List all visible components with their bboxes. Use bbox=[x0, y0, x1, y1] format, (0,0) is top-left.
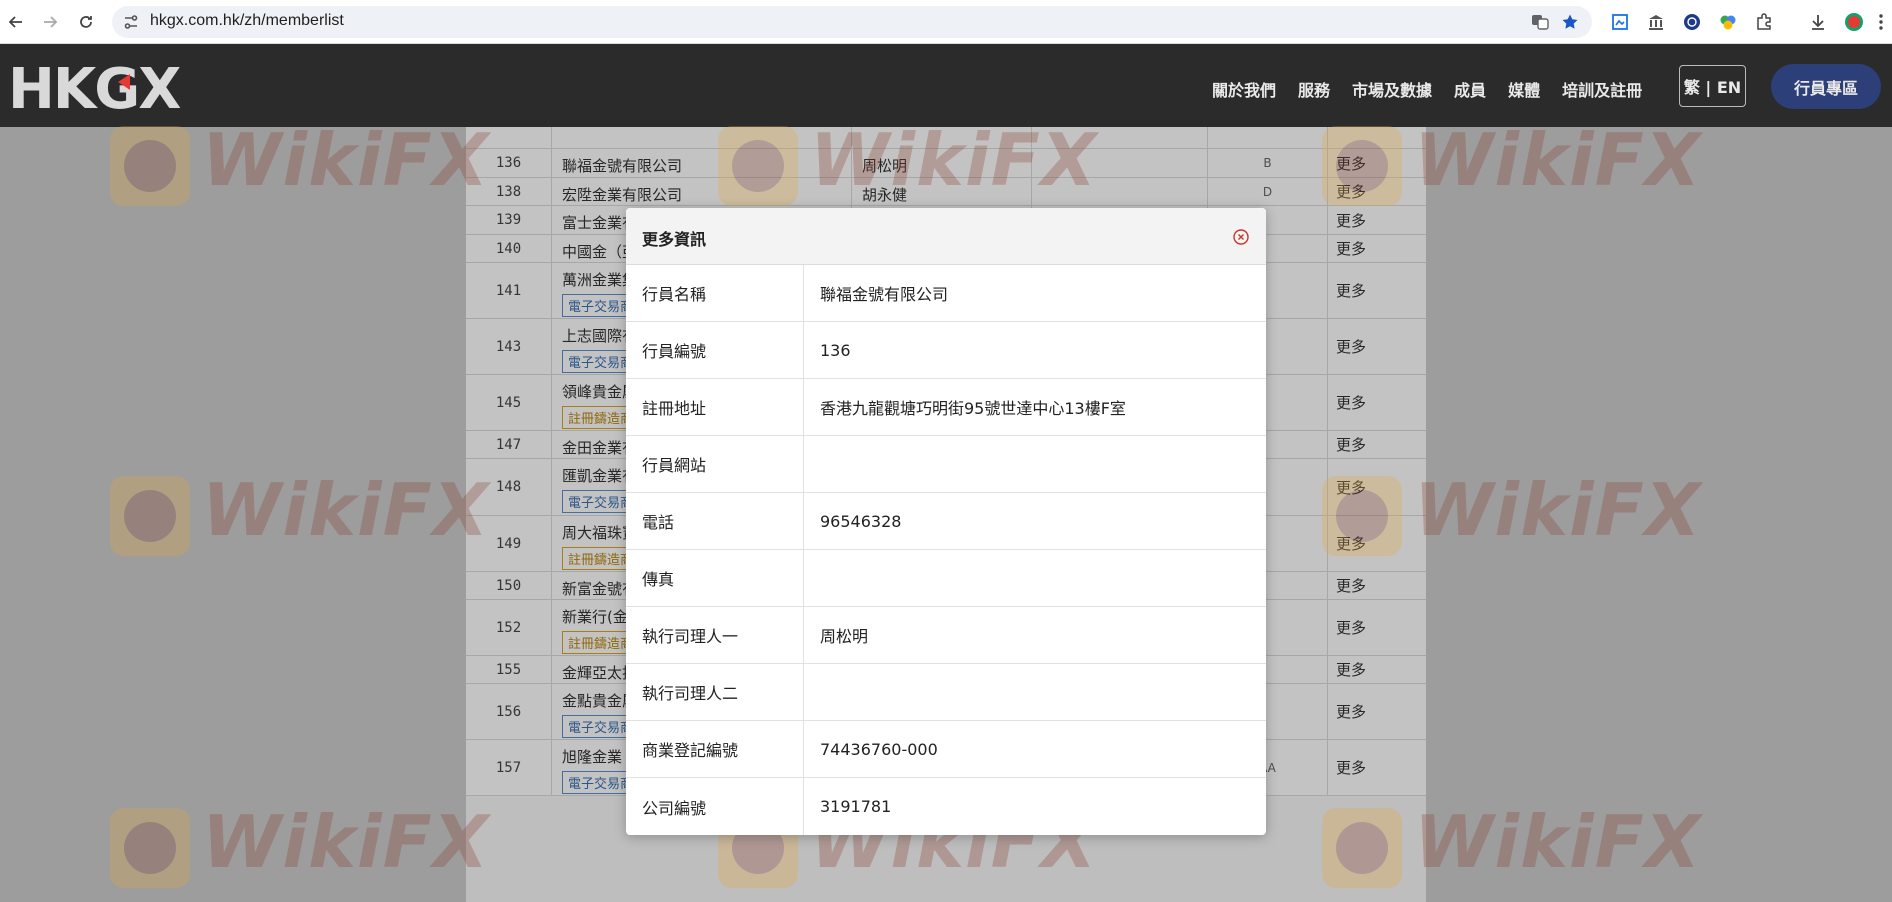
wikifx-watermark: WikiFX bbox=[110, 118, 488, 208]
browser-menu-icon[interactable] bbox=[1874, 10, 1888, 34]
info-row: 執行司理人一 周松明 bbox=[626, 607, 1266, 664]
wikifx-seal-icon bbox=[110, 476, 190, 556]
language-toggle[interactable]: 繁 | EN bbox=[1679, 65, 1746, 107]
browser-toolbar: hkgx.com.hk/zh/memberlist bbox=[0, 0, 1892, 44]
watermark-text: WikiFX bbox=[202, 468, 490, 552]
hkgx-logo-icon: HKGX bbox=[8, 57, 183, 122]
watermark-text: WikiFX bbox=[1414, 118, 1702, 202]
hkgx-logo[interactable]: HKGX bbox=[8, 57, 183, 122]
info-label: 公司編號 bbox=[626, 778, 804, 835]
wikifx-seal-icon bbox=[110, 808, 190, 888]
address-bar[interactable]: hkgx.com.hk/zh/memberlist bbox=[112, 6, 1592, 38]
close-circle-icon bbox=[1233, 229, 1249, 245]
info-row: 公司編號 3191781 bbox=[626, 778, 1266, 835]
arrow-left-icon bbox=[8, 16, 22, 28]
info-row: 行員名稱 聯福金號有限公司 bbox=[626, 265, 1266, 322]
info-value: 3191781 bbox=[820, 797, 892, 816]
info-value: 74436760-000 bbox=[820, 739, 938, 759]
watermark-text: WikiFX bbox=[1414, 468, 1702, 552]
extension-building-icon[interactable] bbox=[1644, 10, 1668, 34]
info-label: 行員網站 bbox=[626, 436, 804, 492]
nav-services[interactable]: 服務 bbox=[1298, 77, 1330, 101]
nav-training[interactable]: 培訓及註冊 bbox=[1562, 77, 1642, 101]
modal-title: 更多資訊 bbox=[642, 230, 707, 249]
info-value: 96546328 bbox=[820, 511, 902, 531]
wikifx-watermark: WikiFX bbox=[1322, 118, 1700, 208]
info-label: 行員編號 bbox=[626, 322, 804, 378]
wikifx-watermark: WikiFX bbox=[1322, 468, 1700, 558]
info-value: 136 bbox=[820, 340, 851, 360]
info-label: 行員名稱 bbox=[626, 265, 804, 321]
wikifx-seal-icon bbox=[1322, 126, 1402, 206]
info-label: 註冊地址 bbox=[626, 379, 804, 435]
forward-button[interactable] bbox=[36, 8, 64, 36]
more-info-modal: 更多資訊 行員名稱 聯福金號有限公司 行員編號 136 註冊地址 香港九龍觀塘巧明街95號… bbox=[626, 208, 1266, 835]
info-value: 周松明 bbox=[820, 627, 869, 646]
nav-about[interactable]: 關於我們 bbox=[1212, 77, 1276, 101]
member-area-button[interactable]: 行員專區 bbox=[1771, 64, 1881, 109]
info-label: 執行司理人一 bbox=[626, 607, 804, 663]
info-label: 傳真 bbox=[626, 550, 804, 606]
svg-text:HKGX: HKGX bbox=[8, 60, 181, 112]
info-row: 電話 96546328 bbox=[626, 493, 1266, 550]
info-value bbox=[804, 436, 1266, 492]
bookmark-star-icon[interactable] bbox=[1560, 12, 1580, 32]
wikifx-seal-icon bbox=[1322, 476, 1402, 556]
wikifx-seal-icon bbox=[718, 126, 798, 206]
extension-color-icon[interactable] bbox=[1716, 10, 1740, 34]
info-label: 商業登記編號 bbox=[626, 721, 804, 777]
nav-market-data[interactable]: 市場及數據 bbox=[1352, 77, 1432, 101]
wikifx-watermark: WikiFX bbox=[1322, 800, 1700, 890]
extension-screenshot-icon[interactable] bbox=[1608, 10, 1632, 34]
site-info-icon[interactable] bbox=[122, 13, 140, 31]
wikifx-watermark: WikiFX bbox=[110, 468, 488, 558]
reload-button[interactable] bbox=[72, 8, 100, 36]
watermark-text: WikiFX bbox=[202, 800, 490, 884]
info-row: 註冊地址 香港九龍觀塘巧明街95號世達中心13樓F室 bbox=[626, 379, 1266, 436]
wikifx-watermark: WikiFX bbox=[718, 118, 1096, 208]
site-header: HKGX 關於我們 服務 市場及數據 成員 媒體 培訓及註冊 繁 | EN 行員… bbox=[0, 44, 1892, 127]
info-row: 行員網站 bbox=[626, 436, 1266, 493]
url-text: hkgx.com.hk/zh/memberlist bbox=[150, 12, 344, 29]
translate-icon[interactable] bbox=[1530, 12, 1550, 32]
arrow-right-icon bbox=[44, 16, 58, 28]
info-row: 執行司理人二 bbox=[626, 664, 1266, 721]
info-value: 聯福金號有限公司 bbox=[820, 285, 949, 304]
info-value bbox=[804, 550, 1266, 606]
modal-body: 行員名稱 聯福金號有限公司 行員編號 136 註冊地址 香港九龍觀塘巧明街95號世達中心1… bbox=[626, 265, 1266, 835]
profile-avatar-icon[interactable] bbox=[1842, 10, 1866, 34]
downloads-icon[interactable] bbox=[1806, 10, 1830, 34]
extensions-puzzle-icon[interactable] bbox=[1752, 10, 1776, 34]
info-value bbox=[804, 664, 1266, 720]
watermark-text: WikiFX bbox=[202, 118, 490, 202]
modal-header: 更多資訊 bbox=[626, 208, 1266, 265]
watermark-text: WikiFX bbox=[810, 118, 1098, 202]
watermark-text: WikiFX bbox=[1414, 800, 1702, 884]
modal-close-button[interactable] bbox=[1232, 228, 1250, 246]
nav-members[interactable]: 成員 bbox=[1454, 77, 1486, 101]
nav-media[interactable]: 媒體 bbox=[1508, 77, 1540, 101]
info-label: 執行司理人二 bbox=[626, 664, 804, 720]
wikifx-watermark: WikiFX bbox=[110, 800, 488, 890]
info-row: 行員編號 136 bbox=[626, 322, 1266, 379]
info-row: 傳真 bbox=[626, 550, 1266, 607]
reload-icon bbox=[80, 16, 92, 28]
extension-globe-icon[interactable] bbox=[1680, 10, 1704, 34]
top-navigation: 關於我們 服務 市場及數據 成員 媒體 培訓及註冊 bbox=[1212, 77, 1664, 101]
back-button[interactable] bbox=[2, 8, 30, 36]
wikifx-seal-icon bbox=[110, 126, 190, 206]
wikifx-seal-icon bbox=[1322, 808, 1402, 888]
info-value: 香港九龍觀塘巧明街95號世達中心13樓F室 bbox=[820, 399, 1126, 418]
info-row: 商業登記編號 74436760-000 bbox=[626, 721, 1266, 778]
info-label: 電話 bbox=[626, 493, 804, 549]
